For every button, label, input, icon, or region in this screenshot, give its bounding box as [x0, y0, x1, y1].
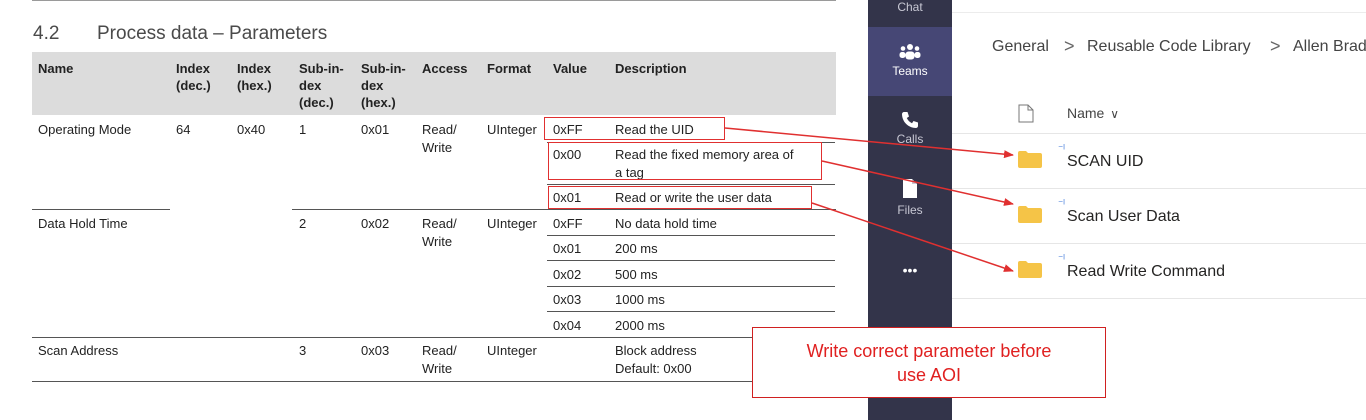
row-divider [32, 337, 836, 338]
col-description: Description [615, 61, 687, 76]
folder-icon [1018, 206, 1042, 223]
file-icon [903, 179, 917, 198]
row-divider [547, 184, 835, 185]
list-item[interactable]: ⁻ˡ Scan User Data [952, 189, 1366, 243]
sync-icon: ⁻ˡ [1058, 144, 1065, 155]
breadcrumb-reusable-code-library[interactable]: Reusable Code Library [1087, 38, 1251, 56]
row-index-hex: 0x40 [237, 122, 266, 137]
row-divider [547, 260, 835, 261]
more-icon: ••• [902, 262, 918, 278]
teams-icon [899, 44, 921, 60]
col-index-hex: Index (hex.) [237, 61, 272, 93]
description-cell: 200 ms [615, 241, 658, 256]
breadcrumb-allen-bradley[interactable]: Allen Brad [1293, 38, 1366, 56]
row-divider [547, 286, 835, 287]
highlight-box-fixed-memory [548, 142, 822, 180]
section-title: Process data – Parameters [97, 23, 328, 44]
callout-line-1: Write correct parameter before [806, 341, 1052, 361]
more-apps-button[interactable]: ••• [868, 262, 952, 282]
folder-icon [1018, 151, 1042, 168]
col-format: Format [487, 61, 532, 76]
rail-chat[interactable]: Chat [868, 0, 952, 14]
rail-files-label: Files [897, 203, 923, 217]
file-name: Scan User Data [1067, 208, 1180, 225]
row-index-dec: 64 [176, 122, 191, 137]
row-format: UInteger [487, 343, 537, 358]
file-type-icon [1018, 104, 1034, 123]
col-access: Access [422, 61, 468, 76]
row-name: Operating Mode [38, 122, 132, 137]
col-index-dec: Index (dec.) [176, 61, 211, 93]
col-subindex-hex: Sub-in-dex (hex.) [361, 61, 406, 110]
value-cell: 0x04 [553, 318, 582, 333]
rail-teams[interactable]: Teams [868, 27, 952, 96]
name-column-header[interactable]: Name ∨ [1067, 105, 1119, 121]
row-divider [547, 235, 835, 236]
row-access: Read/Write [422, 343, 457, 376]
row-format: UInteger [487, 122, 537, 137]
description-cell: Block address Default: 0x00 [615, 343, 697, 376]
description-cell: 2000 ms [615, 318, 665, 333]
row-subindex-hex: 0x01 [361, 122, 390, 137]
file-name: SCAN UID [1067, 153, 1144, 170]
highlight-box-uid [544, 117, 725, 140]
value-cell: 0xFF [553, 216, 583, 231]
rail-teams-label: Teams [892, 64, 928, 78]
sync-icon: ⁻ˡ [1058, 199, 1065, 210]
value-cell: 0x03 [553, 292, 582, 307]
row-name: Data Hold Time [38, 216, 128, 231]
col-value: Value [553, 61, 587, 76]
description-cell: No data hold time [615, 216, 717, 231]
row-divider [547, 311, 835, 312]
breadcrumb-general[interactable]: General [992, 38, 1049, 56]
col-name: Name [38, 61, 74, 76]
top-rule [32, 0, 836, 1]
rail-files[interactable]: Files [868, 178, 952, 222]
row-subindex-dec: 3 [299, 343, 307, 358]
name-column-label: Name [1067, 105, 1105, 121]
rail-calls[interactable]: Calls [868, 110, 952, 154]
rail-chat-label: Chat [897, 0, 923, 14]
annotation-callout: Write correct parameter before use AOI [752, 327, 1106, 398]
description-cell: 500 ms [615, 267, 658, 282]
row-access: Read/Write [422, 216, 457, 249]
row-access: Read/Write [422, 122, 457, 155]
highlight-box-user-data [548, 186, 812, 209]
row-subindex-hex: 0x02 [361, 216, 390, 231]
rail-calls-label: Calls [896, 132, 924, 146]
top-divider [952, 12, 1366, 13]
row-subindex-dec: 2 [299, 216, 307, 231]
description-cell: 1000 ms [615, 292, 665, 307]
callout-line-2: use AOI [896, 365, 962, 385]
row-divider [952, 298, 1366, 299]
breadcrumb-separator: > [1064, 36, 1075, 56]
table-bottom-rule [32, 381, 836, 382]
value-cell: 0x02 [553, 267, 582, 282]
section-number: 4.2 [33, 23, 60, 44]
file-name: Read Write Command [1067, 263, 1225, 280]
row-divider [292, 209, 836, 210]
breadcrumb-separator: > [1270, 36, 1281, 56]
row-divider [32, 209, 170, 210]
folder-icon [1018, 261, 1042, 278]
phone-icon [902, 112, 918, 128]
list-item[interactable]: ⁻ˡ Read Write Command [952, 244, 1366, 298]
col-subindex-dec: Sub-in-dex (dec.) [299, 61, 344, 110]
list-item[interactable]: ⁻ˡ SCAN UID [952, 134, 1366, 188]
sort-chevron-icon: ∨ [1110, 107, 1120, 121]
value-cell: 0x01 [553, 241, 582, 256]
row-name: Scan Address [38, 343, 119, 358]
row-subindex-hex: 0x03 [361, 343, 390, 358]
row-format: UInteger [487, 216, 537, 231]
row-subindex-dec: 1 [299, 122, 307, 137]
document-panel: 4.2 Process data – Parameters Name Index… [0, 0, 868, 420]
sync-icon: ⁻ˡ [1058, 254, 1065, 265]
